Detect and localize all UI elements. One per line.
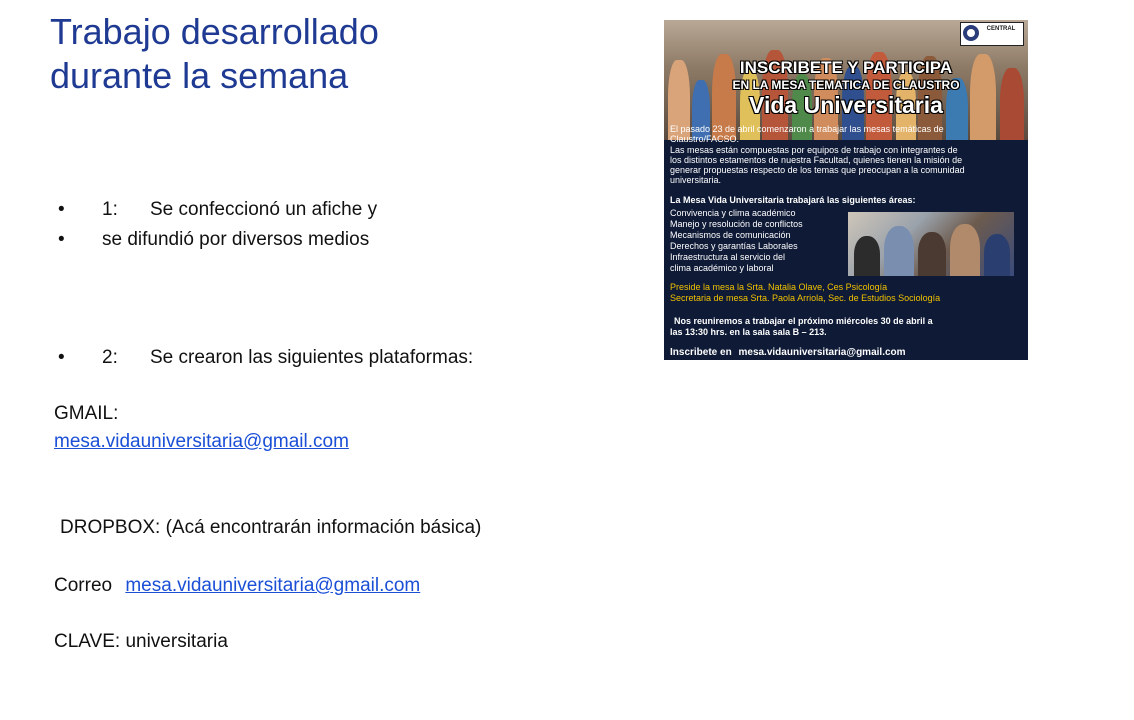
poster-area-3: Mecanismos de comunicación xyxy=(670,230,791,240)
correo-email-link[interactable]: mesa.vidauniversitaria@gmail.com xyxy=(125,575,420,596)
poster-headline-1: INSCRIBETE Y PARTICIPA xyxy=(739,58,953,77)
poster-preside-1: Preside la mesa la Srta. Natalia Olave, … xyxy=(670,282,888,292)
dropbox-clave: CLAVE: universitaria xyxy=(54,631,228,652)
correo-label: Correo xyxy=(54,575,113,596)
gmail-email-row: mesa.vidauniversitaria@gmail.com xyxy=(54,430,349,454)
poster-inscribete-label: Inscribete en xyxy=(670,347,732,358)
poster-area-5: Infraestructura al servicio del xyxy=(670,252,786,262)
bullet-text: Se confeccionó un afiche y xyxy=(150,199,378,220)
poster-reunion-2: las 13:30 hrs. en la sala sala B – 213. xyxy=(670,327,827,337)
gmail-label: GMAIL: xyxy=(54,403,119,424)
poster-area-1: Convivencia y clima académico xyxy=(670,208,796,218)
event-poster: CENTRAL INSCRIBETE Y PARTICIPA EN LA MES… xyxy=(664,20,1028,360)
logo-emblem-icon xyxy=(963,25,979,41)
poster-area-2: Manejo y resolución de conflictos xyxy=(670,219,803,229)
poster-preside-2: Secretaria de mesa Srta. Paola Arriola, … xyxy=(670,293,941,303)
dropbox-correo-row: Correo mesa.vidauniversitaria@gmail.com xyxy=(54,574,420,598)
bullet-marker: • xyxy=(58,229,65,250)
poster-area-4: Derechos y garantías Laborales xyxy=(670,241,798,251)
poster-headline-2: EN LA MESA TEMATICA DE CLAUSTRO xyxy=(732,78,960,92)
page-title: Trabajo desarrollado durante la semana xyxy=(50,10,379,98)
poster-meeting-photo xyxy=(848,212,1014,276)
dropbox-label: DROPBOX: (Acá encontrarán información bá… xyxy=(60,517,482,538)
poster-reunion-1: Nos reuniremos a trabajar el próximo mié… xyxy=(674,316,933,326)
poster-inscribete: Inscribete en mesa.vidauniversitaria@gma… xyxy=(670,347,906,358)
poster-area-6: clima académico y laboral xyxy=(670,263,774,273)
bullet-marker: • xyxy=(58,199,65,220)
poster-headline-3: Vida Universitaria xyxy=(749,92,943,118)
bullet-text: se difundió por diversos medios xyxy=(102,229,370,250)
university-logo: CENTRAL xyxy=(960,22,1024,46)
logo-text: CENTRAL xyxy=(986,26,1016,32)
page-title-line-2: durante la semana xyxy=(50,55,349,96)
bullet-number: 1: xyxy=(102,199,118,220)
poster-intro-6: universitaria. xyxy=(670,175,722,185)
bullet-text: Se crearon las siguientes plataformas: xyxy=(150,347,474,368)
poster-areas-title: La Mesa Vida Universitaria trabajará las… xyxy=(670,195,916,205)
bullet-number: 2: xyxy=(102,347,118,368)
page-title-line-1: Trabajo desarrollado xyxy=(50,11,379,52)
poster-inscribete-email: mesa.vidauniversitaria@gmail.com xyxy=(738,347,906,358)
gmail-email-link[interactable]: mesa.vidauniversitaria@gmail.com xyxy=(54,431,349,452)
poster-intro-2: Claustro/FACSO. xyxy=(670,134,740,144)
bullet-marker: • xyxy=(58,347,65,368)
